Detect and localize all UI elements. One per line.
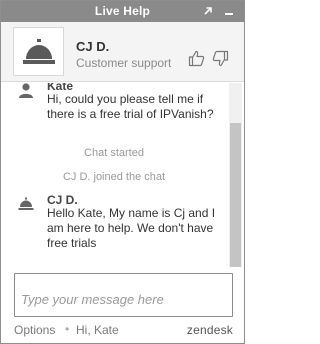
- chat-log[interactable]: Kate Hi, could you please tell me if the…: [1, 83, 244, 267]
- zendesk-logo[interactable]: zendesk: [187, 323, 233, 337]
- user-icon: [17, 83, 35, 99]
- system-message: Chat started: [84, 147, 144, 159]
- message-text: Hi, could you please tell me if there is…: [47, 92, 214, 121]
- service-bell-icon: [22, 38, 55, 64]
- agent-avatar: [13, 27, 64, 76]
- message-text: Hello Kate, My name is Cj and I am here …: [47, 206, 216, 250]
- agent-header: CJ D. Customer support: [1, 22, 244, 82]
- agent-name: CJ D.: [76, 39, 110, 54]
- options-link[interactable]: Options: [14, 323, 55, 337]
- chat-widget: Live Help CJ D. Customer support Kate Hi…: [0, 0, 245, 344]
- scrollbar-thumb[interactable]: [230, 123, 241, 267]
- title-bar: Live Help: [1, 1, 244, 22]
- footer-separator: •: [65, 322, 70, 336]
- footer: Options • Hi, Kate zendesk: [1, 319, 244, 343]
- agent-role: Customer support: [76, 56, 171, 70]
- visitor-name-link[interactable]: Hi, Kate: [76, 323, 119, 337]
- popout-icon[interactable]: [200, 3, 216, 19]
- message-input-box: [14, 273, 233, 317]
- service-bell-icon: [17, 195, 35, 213]
- system-message: CJ D. joined the chat: [62, 171, 166, 183]
- thumbs-down-icon[interactable]: [211, 49, 229, 67]
- thumbs-up-icon[interactable]: [187, 49, 205, 67]
- message-input[interactable]: [15, 274, 232, 316]
- minimize-icon[interactable]: [221, 3, 237, 19]
- message-author: CJ D.: [47, 193, 78, 207]
- chat-scrollbar[interactable]: [229, 83, 242, 267]
